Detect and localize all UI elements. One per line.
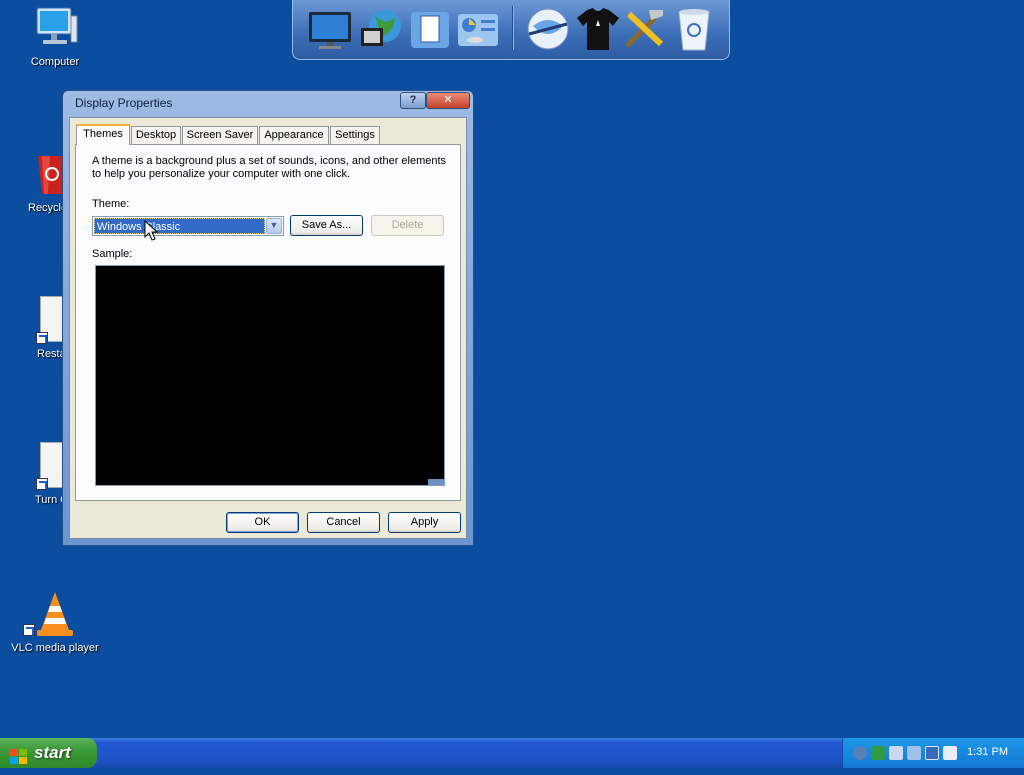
close-button[interactable]: ✕ — [426, 92, 470, 109]
tshirt-icon[interactable] — [575, 6, 621, 52]
display-properties-window: Display Properties ? ✕ Themes Desktop Sc… — [62, 90, 474, 546]
desktop-icon-computer[interactable]: Computer — [10, 4, 100, 68]
shield-icon[interactable] — [871, 746, 885, 760]
apply-button[interactable]: Apply — [388, 512, 461, 533]
dock-bar — [292, 0, 730, 60]
documents-icon[interactable] — [407, 6, 453, 52]
title-bar[interactable]: Display Properties ? ✕ — [63, 91, 473, 115]
sample-label: Sample: — [92, 248, 133, 260]
desktop-icon-recycle-bin[interactable]: Recycle — [8, 150, 68, 214]
clock[interactable]: 1:31 PM — [967, 746, 1008, 758]
delete-button[interactable]: Delete — [371, 215, 444, 236]
tab-themes[interactable]: Themes — [76, 124, 130, 145]
device-icon[interactable] — [889, 746, 903, 760]
tools-icon[interactable] — [621, 6, 667, 52]
control-panel-icon[interactable] — [455, 6, 501, 52]
volume-icon[interactable] — [943, 746, 957, 760]
mouse-cursor-icon — [144, 219, 160, 242]
cancel-button[interactable]: Cancel — [307, 512, 380, 533]
desktop-icon-label: Computer — [30, 56, 80, 68]
ok-button[interactable]: OK — [226, 512, 299, 533]
desktop-icon-restart[interactable]: Resta — [8, 296, 72, 360]
themes-tab-panel: A theme is a background plus a set of so… — [75, 144, 461, 501]
computer-icon — [31, 4, 79, 52]
monitor-icon[interactable] — [307, 6, 353, 52]
tab-appearance[interactable]: Appearance — [259, 126, 329, 144]
display-icon[interactable] — [907, 746, 921, 760]
save-as-button[interactable]: Save As... — [290, 215, 363, 236]
desktop-icon-label: Turn O — [35, 494, 69, 506]
start-button[interactable]: start — [0, 738, 97, 768]
globe-network-icon[interactable] — [359, 6, 405, 52]
chevron-down-icon[interactable]: ▼ — [266, 218, 282, 234]
tab-screen-saver[interactable]: Screen Saver — [182, 126, 258, 144]
tab-desktop[interactable]: Desktop — [131, 126, 181, 144]
windows-logo-icon — [10, 745, 28, 764]
themes-description: A theme is a background plus a set of so… — [92, 155, 447, 180]
desktop-icon-label: Resta — [37, 348, 66, 360]
network-icon[interactable] — [853, 746, 867, 760]
system-tray: 1:31 PM — [842, 738, 1024, 768]
window-client-area: Themes Desktop Screen Saver Appearance S… — [69, 117, 467, 539]
monitor-icon[interactable] — [925, 746, 939, 760]
vlc-cone-icon — [23, 590, 79, 638]
start-label: start — [34, 743, 71, 762]
close-icon: ✕ — [443, 94, 453, 106]
desktop-icon-turn-off[interactable]: Turn O — [8, 442, 72, 506]
internet-globe-icon[interactable] — [525, 6, 571, 52]
tab-settings[interactable]: Settings — [330, 126, 380, 144]
desktop-icon-label: Recycle — [28, 202, 68, 214]
taskbar: start 1:31 PM — [0, 738, 1024, 768]
desktop-icon-vlc[interactable]: VLC media player — [10, 590, 100, 654]
theme-selected-value: Windows Classic — [94, 218, 265, 234]
theme-dropdown[interactable]: Windows Classic ▼ — [92, 216, 284, 236]
recycle-bin-icon[interactable] — [671, 6, 717, 52]
theme-sample-preview — [95, 265, 445, 486]
sample-preview-corner — [428, 479, 444, 485]
theme-label: Theme: — [92, 198, 130, 210]
dock-separator — [512, 6, 514, 50]
help-button[interactable]: ? — [400, 92, 426, 109]
desktop-icon-label: VLC media player — [11, 642, 99, 654]
window-title: Display Properties — [75, 96, 173, 110]
